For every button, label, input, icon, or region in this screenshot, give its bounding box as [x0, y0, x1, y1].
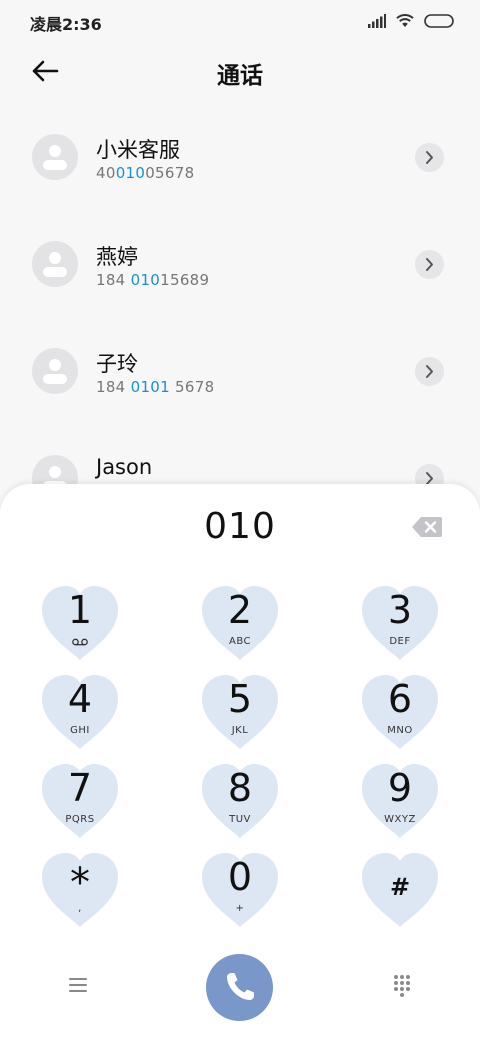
key-3[interactable]: 3 DEF: [360, 584, 440, 664]
key-digit: 4: [67, 677, 93, 721]
key-letters: TUV: [229, 814, 251, 825]
key-digit: 3: [387, 588, 413, 632]
key-star[interactable]: * ,: [40, 851, 120, 931]
avatar: [32, 134, 78, 180]
page-title: 通话: [217, 63, 263, 89]
contact-row[interactable]: 子玲 184 0101 5678: [0, 324, 480, 420]
key-letters: ,: [78, 903, 82, 914]
key-digit: 7: [67, 766, 93, 810]
backspace-icon[interactable]: [412, 516, 442, 538]
phone-icon: [227, 973, 254, 1000]
chevron-right-icon[interactable]: [415, 143, 444, 172]
dialed-number[interactable]: 010: [0, 506, 480, 547]
number-match-highlight: 0101: [130, 378, 170, 396]
key-1[interactable]: 1: [40, 584, 120, 664]
contact-name: 小米客服: [96, 138, 180, 162]
contact-name: 燕婷: [96, 245, 138, 269]
dialpad-toggle-icon[interactable]: [392, 974, 412, 998]
key-letters: DEF: [389, 636, 411, 647]
key-4[interactable]: 4 GHI: [40, 673, 120, 753]
contact-number: 184 0101 5678: [96, 378, 215, 396]
key-0[interactable]: 0 +: [200, 851, 280, 931]
number-match-highlight: 010: [115, 164, 146, 182]
key-5[interactable]: 5 JKL: [200, 673, 280, 753]
key-letters: PQRS: [65, 814, 95, 825]
key-9[interactable]: 9 WXYZ: [360, 762, 440, 842]
avatar: [32, 348, 78, 394]
key-digit: 1: [67, 588, 93, 632]
contact-name: 子玲: [96, 352, 138, 376]
contact-row[interactable]: 小米客服 4001005678: [0, 110, 480, 206]
key-8[interactable]: 8 TUV: [200, 762, 280, 842]
key-digit: 9: [387, 766, 413, 810]
avatar: [32, 241, 78, 287]
key-6[interactable]: 6 MNO: [360, 673, 440, 753]
key-digit: #: [389, 873, 411, 901]
key-digit: 5: [227, 677, 253, 721]
contact-number: 184 01015689: [96, 271, 210, 289]
key-letters: MNO: [387, 725, 413, 736]
key-letters: ABC: [228, 636, 251, 647]
contact-name: Jason: [96, 455, 153, 479]
status-icons: [368, 13, 454, 28]
key-digit: 8: [227, 766, 253, 810]
header: 通话: [0, 44, 480, 100]
contact-number: 4001005678: [96, 164, 195, 182]
key-digit: *: [70, 860, 90, 906]
chevron-right-icon[interactable]: [415, 357, 444, 386]
key-digit: 0: [227, 855, 253, 899]
battery-icon: [424, 13, 454, 28]
key-2[interactable]: 2 ABC: [200, 584, 280, 664]
key-hash[interactable]: #: [360, 851, 440, 931]
chevron-right-icon[interactable]: [415, 250, 444, 279]
key-letters: GHI: [70, 725, 90, 736]
call-button[interactable]: [206, 954, 273, 1021]
voicemail-icon: [72, 638, 88, 646]
menu-icon[interactable]: [66, 974, 90, 996]
key-letters: WXYZ: [384, 814, 416, 825]
number-match-highlight: 010: [130, 271, 161, 289]
key-digit: 2: [227, 588, 253, 632]
key-digit: 6: [387, 677, 413, 721]
key-7[interactable]: 7 PQRS: [40, 762, 120, 842]
status-time: 凌晨2:36: [30, 15, 102, 34]
contact-row[interactable]: 燕婷 184 01015689: [0, 217, 480, 313]
bottom-action-bar: [0, 950, 480, 1021]
signal-icon: [368, 13, 386, 28]
key-letters: +: [235, 903, 245, 914]
status-bar: 凌晨2:36: [0, 0, 480, 44]
wifi-icon: [396, 14, 414, 27]
key-letters: JKL: [231, 725, 249, 736]
